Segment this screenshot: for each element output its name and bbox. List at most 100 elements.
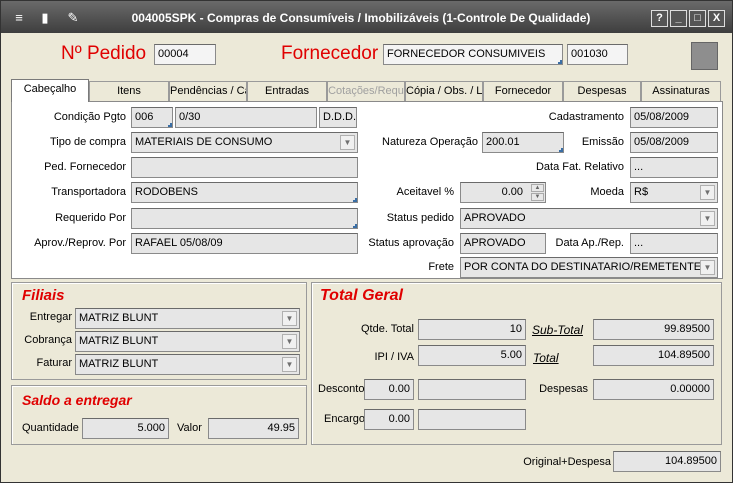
chevron-down-icon[interactable]: ▼ bbox=[700, 211, 715, 226]
faturar-select[interactable]: MATRIZ BLUNT ▼ bbox=[75, 354, 300, 375]
faturar-label: Faturar bbox=[36, 357, 72, 369]
minimize-button[interactable]: _ bbox=[670, 10, 687, 27]
lookup-icon bbox=[353, 198, 357, 202]
window-title: 004005SPK - Compras de Consumíveis / Imo… bbox=[131, 11, 591, 25]
frete-select[interactable]: POR CONTA DO DESTINATARIO/REMETENTE ▼ bbox=[460, 257, 718, 278]
subtotal-field[interactable]: 99.89500 bbox=[593, 319, 714, 340]
lookup-icon bbox=[558, 60, 562, 64]
pedido-field[interactable]: 00004 bbox=[154, 44, 216, 65]
desconto-pct-field[interactable]: 0.00 bbox=[364, 379, 414, 400]
total-label: Total bbox=[533, 351, 559, 365]
lookup-icon bbox=[559, 148, 563, 152]
natureza-value: 200.01 bbox=[486, 136, 520, 148]
tab-entradas[interactable]: Entradas bbox=[247, 81, 327, 101]
moeda-value: R$ bbox=[634, 186, 649, 198]
wrench-icon[interactable]: ✎ bbox=[65, 10, 81, 26]
transportadora-label: Transportadora bbox=[51, 186, 126, 198]
aceitavel-field[interactable]: 0.00 ▲ ▼ bbox=[460, 182, 546, 203]
tipo-compra-select[interactable]: MATERIAIS DE CONSUMO ▼ bbox=[131, 132, 358, 153]
tab-cotacoes[interactable]: Cotações/Requ bbox=[327, 81, 405, 101]
status-pedido-value: APROVADO bbox=[464, 212, 526, 224]
cadastramento-field[interactable]: 05/08/2009 bbox=[630, 107, 718, 128]
qtde-label: Qtde. Total bbox=[361, 323, 414, 335]
close-button[interactable]: X bbox=[708, 10, 725, 27]
tipo-compra-label: Tipo de compra bbox=[49, 136, 126, 148]
faturar-value: MATRIZ BLUNT bbox=[79, 358, 159, 370]
filiais-group: Filiais Entregar MATRIZ BLUNT ▼ Cobrança … bbox=[11, 282, 307, 380]
entregar-select[interactable]: MATRIZ BLUNT ▼ bbox=[75, 308, 300, 329]
status-aprov-field[interactable]: APROVADO bbox=[460, 233, 546, 254]
natureza-field[interactable]: 200.01 bbox=[482, 132, 564, 153]
chevron-down-icon[interactable]: ▼ bbox=[340, 135, 355, 150]
cobranca-select[interactable]: MATRIZ BLUNT ▼ bbox=[75, 331, 300, 352]
tab-fornecedor[interactable]: Fornecedor bbox=[483, 81, 563, 101]
aceitavel-label: Aceitavel % bbox=[396, 186, 454, 198]
moeda-label: Moeda bbox=[590, 186, 624, 198]
tab-assinaturas[interactable]: Assinaturas bbox=[641, 81, 721, 101]
despesas-field[interactable]: 0.00000 bbox=[593, 379, 714, 400]
moeda-select[interactable]: R$ ▼ bbox=[630, 182, 718, 203]
ipi-field[interactable]: 5.00 bbox=[418, 345, 526, 366]
original-despesa-field[interactable]: 104.89500 bbox=[613, 451, 721, 472]
requerido-field[interactable] bbox=[131, 208, 358, 229]
tab-itens[interactable]: Itens bbox=[89, 81, 169, 101]
spin-up-icon[interactable]: ▲ bbox=[531, 184, 544, 192]
cadastramento-label: Cadastramento bbox=[548, 111, 624, 123]
help-button[interactable]: ? bbox=[651, 10, 668, 27]
condicao-pgto-code[interactable]: 006 bbox=[131, 107, 173, 128]
fornecedor-name-value: FORNECEDOR CONSUMIVEIS bbox=[387, 48, 546, 60]
status-pedido-label: Status pedido bbox=[386, 212, 454, 224]
pedido-label: Nº Pedido bbox=[61, 43, 147, 64]
tab-copia[interactable]: Cópia / Obs. / L bbox=[405, 81, 483, 101]
condicao-pgto-desc[interactable]: 0/30 bbox=[175, 107, 317, 128]
ped-fornecedor-field[interactable] bbox=[131, 157, 358, 178]
aprov-field[interactable]: RAFAEL 05/08/09 bbox=[131, 233, 358, 254]
fornecedor-code-field[interactable]: 001030 bbox=[567, 44, 628, 65]
quantidade-field[interactable]: 5.000 bbox=[82, 418, 169, 439]
tab-pendencias[interactable]: Pendências / Ca bbox=[169, 81, 247, 101]
data-ap-field[interactable]: ... bbox=[630, 233, 718, 254]
cabecalho-panel: Condição Pgto 006 0/30 D.D.D. Tipo de co… bbox=[11, 101, 723, 279]
natureza-label: Natureza Operação bbox=[382, 136, 478, 148]
condicao-pgto-ddd[interactable]: D.D.D. bbox=[319, 107, 357, 128]
fornecedor-name-field[interactable]: FORNECEDOR CONSUMIVEIS bbox=[383, 44, 563, 65]
chevron-down-icon[interactable]: ▼ bbox=[700, 260, 715, 275]
subtotal-label: Sub-Total bbox=[532, 323, 583, 337]
requerido-label: Requerido Por bbox=[55, 212, 126, 224]
encargo-pct-field[interactable]: 0.00 bbox=[364, 409, 414, 430]
despesas-label: Despesas bbox=[539, 383, 588, 395]
lookup-icon bbox=[168, 123, 172, 127]
maximize-button[interactable]: □ bbox=[689, 10, 706, 27]
chevron-down-icon[interactable]: ▼ bbox=[700, 185, 715, 200]
total-title: Total Geral bbox=[320, 287, 403, 304]
entregar-value: MATRIZ BLUNT bbox=[79, 312, 159, 324]
desconto-value-field[interactable] bbox=[418, 379, 526, 400]
traffic-light-icon[interactable]: ▮ bbox=[37, 10, 53, 26]
ped-fornecedor-label: Ped. Fornecedor bbox=[44, 161, 126, 173]
fornecedor-label: Fornecedor bbox=[281, 43, 379, 64]
chevron-down-icon[interactable]: ▼ bbox=[282, 334, 297, 349]
frete-label: Frete bbox=[428, 261, 454, 273]
chevron-down-icon[interactable]: ▼ bbox=[282, 357, 297, 372]
emissao-label: Emissão bbox=[581, 136, 624, 148]
window-body: Nº Pedido 00004 Fornecedor FORNECEDOR CO… bbox=[5, 35, 728, 479]
data-fat-field[interactable]: ... bbox=[630, 157, 718, 178]
status-pedido-select[interactable]: APROVADO ▼ bbox=[460, 208, 718, 229]
valor-field[interactable]: 49.95 bbox=[208, 418, 299, 439]
tab-despesas[interactable]: Despesas bbox=[563, 81, 641, 101]
total-field[interactable]: 104.89500 bbox=[593, 345, 714, 366]
saldo-group: Saldo a entregar Quantidade 5.000 Valor … bbox=[11, 385, 307, 445]
chevron-down-icon[interactable]: ▼ bbox=[282, 311, 297, 326]
original-despesa-label: Original+Despesa bbox=[523, 456, 611, 468]
condicao-pgto-label: Condição Pgto bbox=[53, 111, 126, 123]
ipi-label: IPI / IVA bbox=[374, 351, 414, 363]
tab-cabecalho[interactable]: Cabeçalho bbox=[11, 79, 89, 102]
encargo-value-field[interactable] bbox=[418, 409, 526, 430]
title-bar: ≡ ▮ ✎ 004005SPK - Compras de Consumíveis… bbox=[1, 1, 732, 33]
transportadora-field[interactable]: RODOBENS bbox=[131, 182, 358, 203]
emissao-field[interactable]: 05/08/2009 bbox=[630, 132, 718, 153]
qtde-field[interactable]: 10 bbox=[418, 319, 526, 340]
menu-icon[interactable]: ≡ bbox=[11, 10, 27, 26]
spin-down-icon[interactable]: ▼ bbox=[531, 193, 544, 201]
condicao-pgto-code-value: 006 bbox=[135, 111, 154, 123]
